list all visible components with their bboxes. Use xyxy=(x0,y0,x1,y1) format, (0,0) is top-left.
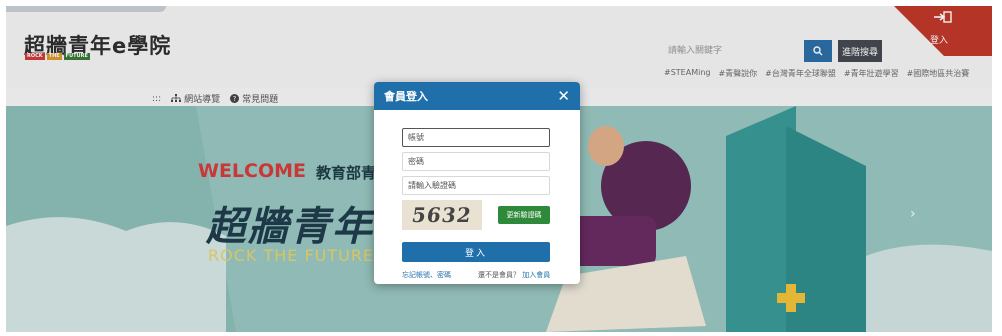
captcha-code: 5632 xyxy=(410,203,474,227)
captcha-image: 5632 xyxy=(402,200,482,230)
page-frame: 超牆青年e學院 ROCK THE FUTURE 進階搜尋 #STEAMing #… xyxy=(6,6,992,332)
close-icon[interactable]: ✕ xyxy=(557,88,570,104)
not-member-text: 還不是會員？ xyxy=(478,271,520,279)
captcha-input[interactable] xyxy=(402,176,550,195)
account-input[interactable] xyxy=(402,128,550,147)
modal-header: 會員登入 ✕ xyxy=(374,82,580,110)
refresh-captcha-button[interactable]: 更新驗證碼 xyxy=(498,206,550,224)
register-link[interactable]: 加入會員 xyxy=(522,271,550,279)
register-prompt: 還不是會員？ 加入會員 xyxy=(478,270,550,280)
modal-title: 會員登入 xyxy=(384,90,428,103)
login-submit-button[interactable]: 登入 xyxy=(402,242,550,262)
password-input[interactable] xyxy=(402,152,550,171)
forgot-password-link[interactable]: 忘記帳號、密碼 xyxy=(402,270,451,280)
login-modal: 會員登入 ✕ 5632 更新驗證碼 登入 忘記帳號、密碼 還不是會員？ 加入會員 xyxy=(374,82,580,284)
